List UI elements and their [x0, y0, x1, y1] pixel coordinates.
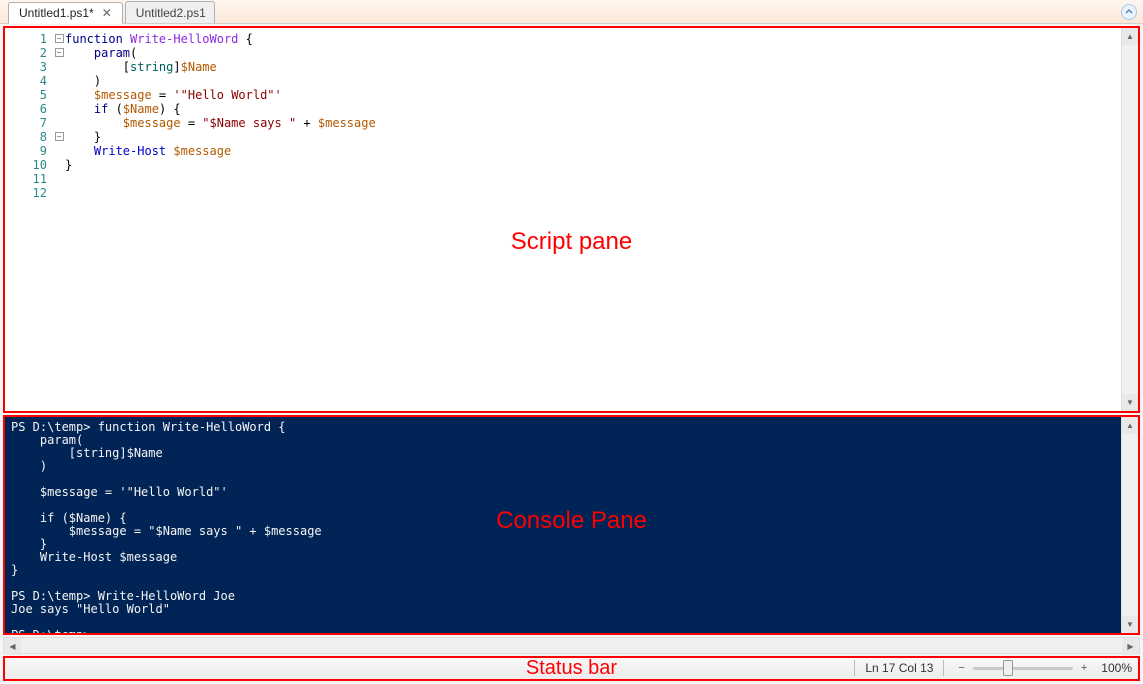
line-number: 7: [5, 116, 53, 130]
scroll-down-arrow-icon[interactable]: ▼: [1122, 616, 1138, 633]
fold-marker: [53, 172, 65, 186]
line-number: 5: [5, 88, 53, 102]
tab-untitled2ps1[interactable]: Untitled2.ps1: [125, 1, 215, 23]
scroll-up-arrow-icon[interactable]: ▲: [1122, 417, 1138, 434]
fold-marker: [53, 102, 65, 116]
fold-marker: [53, 158, 65, 172]
line-number: 11: [5, 172, 53, 186]
fold-column: − − −: [53, 28, 65, 410]
fold-marker[interactable]: −: [53, 46, 65, 60]
zoom-slider[interactable]: − +: [954, 662, 1091, 674]
console-vertical-scrollbar[interactable]: ▲ ▼: [1121, 417, 1138, 633]
fold-marker: [53, 60, 65, 74]
zoom-level: 100%: [1101, 661, 1132, 675]
code-line[interactable]: }: [65, 158, 1121, 172]
line-number: 10: [5, 158, 53, 172]
close-icon[interactable]: ✕: [100, 6, 114, 20]
console-horizontal-scrollbar[interactable]: ◀ ▶: [3, 637, 1140, 654]
code-line[interactable]: [string]$Name: [65, 60, 1121, 74]
fold-marker: [53, 186, 65, 200]
status-bar-annotation: Status bar: [526, 657, 617, 680]
line-number: 1: [5, 32, 53, 46]
line-number: 8: [5, 130, 53, 144]
tab-bar: Untitled1.ps1* ✕ Untitled2.ps1: [0, 0, 1143, 24]
line-number: 9: [5, 144, 53, 158]
scroll-right-arrow-icon[interactable]: ▶: [1122, 638, 1139, 655]
script-vertical-scrollbar[interactable]: ▲ ▼: [1121, 28, 1138, 410]
code-line[interactable]: $message = "$Name says " + $message: [65, 116, 1121, 130]
tab-label: Untitled2.ps1: [136, 6, 206, 20]
code-line[interactable]: Write-Host $message: [65, 144, 1121, 158]
status-bar: Status bar Ln 17 Col 13 − + 100%: [3, 656, 1140, 681]
script-pane: 123456789101112 −−− function Write-Hello…: [3, 26, 1140, 412]
fold-marker: [53, 144, 65, 158]
line-number: 12: [5, 186, 53, 200]
fold-marker: [53, 74, 65, 88]
scroll-down-arrow-icon[interactable]: ▼: [1122, 394, 1138, 411]
code-line[interactable]: ): [65, 74, 1121, 88]
fold-marker[interactable]: −: [53, 32, 65, 46]
tab-label: Untitled1.ps1*: [19, 6, 94, 20]
fold-minus-icon[interactable]: −: [55, 48, 64, 57]
code-editor[interactable]: function Write-HelloWord { param( [strin…: [65, 28, 1121, 410]
zoom-thumb[interactable]: [1003, 660, 1013, 676]
collapse-script-pane-button[interactable]: [1121, 4, 1137, 20]
line-number: 4: [5, 74, 53, 88]
zoom-in-button[interactable]: +: [1077, 662, 1091, 674]
divider: [943, 660, 944, 676]
code-line[interactable]: function Write-HelloWord {: [65, 32, 1121, 46]
tab-untitled1ps1[interactable]: Untitled1.ps1* ✕: [8, 2, 123, 24]
code-line[interactable]: if ($Name) {: [65, 102, 1121, 116]
fold-minus-icon[interactable]: −: [55, 132, 64, 141]
line-number: 2: [5, 46, 53, 60]
fold-minus-icon[interactable]: −: [55, 34, 64, 43]
code-line[interactable]: }: [65, 130, 1121, 144]
code-line[interactable]: $message = '"Hello World"': [65, 88, 1121, 102]
code-line[interactable]: param(: [65, 46, 1121, 60]
console-output[interactable]: PS D:\temp> function Write-HelloWord { p…: [5, 417, 1121, 633]
scroll-left-arrow-icon[interactable]: ◀: [4, 638, 21, 655]
zoom-track[interactable]: [973, 667, 1073, 670]
console-pane: PS D:\temp> function Write-HelloWord { p…: [3, 415, 1140, 635]
divider: [854, 660, 855, 676]
fold-marker: [53, 88, 65, 102]
line-number: 6: [5, 102, 53, 116]
cursor-position: Ln 17 Col 13: [865, 661, 933, 675]
fold-marker: [53, 116, 65, 130]
zoom-out-button[interactable]: −: [954, 662, 968, 674]
scroll-up-arrow-icon[interactable]: ▲: [1122, 28, 1138, 45]
line-number: 3: [5, 60, 53, 74]
fold-marker[interactable]: −: [53, 130, 65, 144]
line-number-gutter: 123456789101112: [5, 28, 53, 410]
